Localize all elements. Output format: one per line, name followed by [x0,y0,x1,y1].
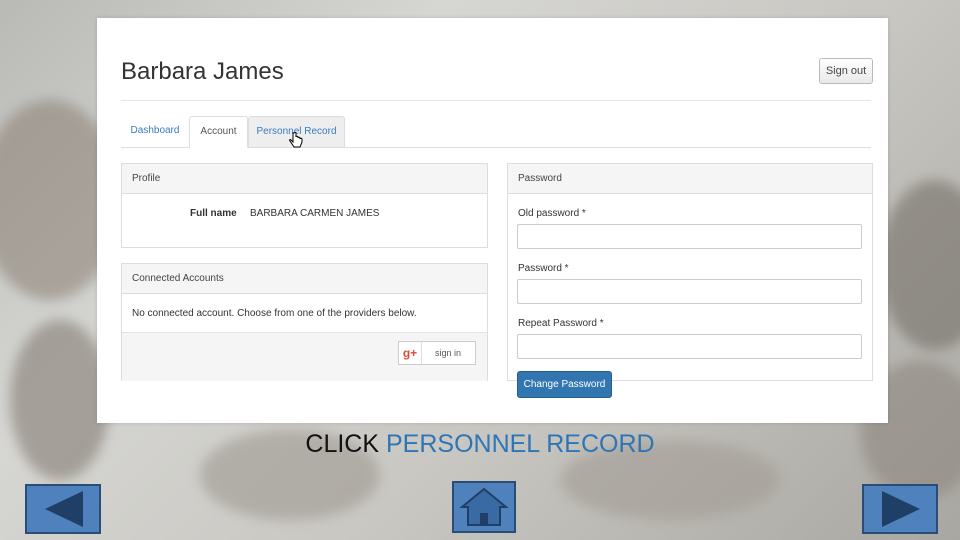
header-divider [121,100,871,101]
connected-accounts-box: Connected Accounts No connected account.… [121,263,488,381]
repeat-password-label: Repeat Password * [518,318,604,329]
hand-cursor-icon [289,132,303,148]
old-password-field[interactable] [517,224,862,249]
right-arrow-icon [882,491,920,527]
tab-account[interactable]: Account [189,116,248,148]
new-password-field[interactable] [517,279,862,304]
page-title: Barbara James [121,58,284,85]
signin-label: sign in [435,348,462,358]
home-button[interactable] [452,481,516,533]
profile-title: Profile [122,164,487,194]
connected-message: No connected account. Choose from one of… [132,308,417,319]
instruction-verb: CLICK [305,430,380,458]
change-password-button[interactable]: Change Password [517,371,612,398]
profile-box: Profile Full name BARBARA CARMEN JAMES [121,163,488,248]
instruction-caption: CLICK PERSONNEL RECORD [0,430,960,459]
tab-bar: Dashboard Account Personnel Record [121,116,871,148]
instruction-target: PERSONNEL RECORD [386,430,655,458]
new-password-label: Password * [518,263,569,274]
sign-out-button[interactable]: Sign out [819,58,873,84]
background-figure [880,180,960,350]
previous-slide-button[interactable] [25,484,101,534]
old-password-label: Old password * [518,208,586,219]
left-arrow-icon [45,491,83,527]
google-signin-button[interactable]: g+ sign in [398,341,476,365]
google-plus-icon: g+ [399,342,422,364]
repeat-password-field[interactable] [517,334,862,359]
password-title: Password [508,164,872,194]
connected-footer: g+ sign in [122,332,487,381]
fullname-value: BARBARA CARMEN JAMES [250,208,380,219]
connected-title: Connected Accounts [122,264,487,294]
fullname-label: Full name [190,208,237,219]
password-box: Password Old password * Password * Repea… [507,163,873,381]
app-window: Barbara James Sign out Dashboard Account… [97,18,888,423]
home-icon [459,487,509,526]
next-slide-button[interactable] [862,484,938,534]
tab-dashboard[interactable]: Dashboard [121,116,189,146]
